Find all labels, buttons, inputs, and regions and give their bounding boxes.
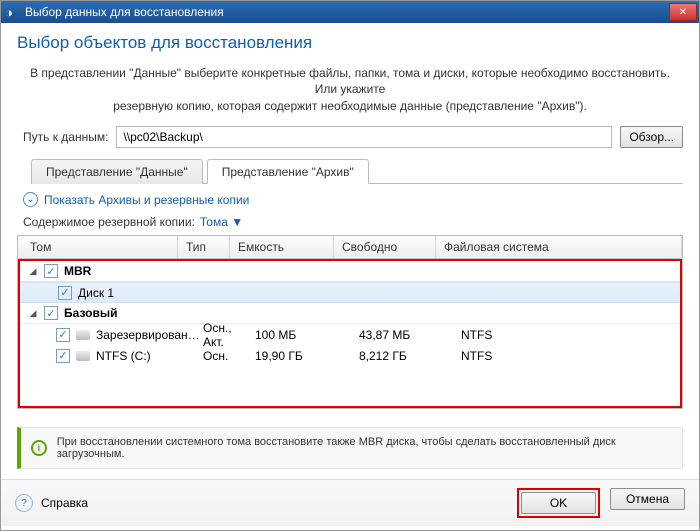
tree-toggle-icon[interactable]: ◢ <box>26 308 40 319</box>
path-label: Путь к данным: <box>23 130 108 144</box>
cell-volume: NTFS (C:) <box>96 349 203 363</box>
backup-content-label: Содержимое резервной копии: <box>23 215 195 229</box>
cell-type: Осн., Акт. <box>203 321 255 349</box>
group-label: MBR <box>64 264 91 278</box>
title-bar: Выбор данных для восстановления ✕ <box>1 1 699 23</box>
show-archives-link[interactable]: Показать Архивы и резервные копии <box>44 193 249 207</box>
close-button[interactable]: ✕ <box>669 3 697 21</box>
page-title: Выбор объектов для восстановления <box>17 33 683 53</box>
tabs: Представление "Данные" Представление "Ар… <box>31 158 683 184</box>
checkbox[interactable]: ✓ <box>44 306 58 320</box>
checkbox[interactable]: ✓ <box>56 349 70 363</box>
col-volume[interactable]: Том <box>18 236 178 258</box>
volumes-table: Том Тип Емкость Свободно Файловая систем… <box>17 235 683 409</box>
path-input[interactable] <box>116 126 612 148</box>
browse-button[interactable]: Обзор... <box>620 126 683 148</box>
disk-icon <box>76 330 90 340</box>
ok-button[interactable]: OK <box>521 492 596 514</box>
group-label: Базовый <box>64 306 117 320</box>
col-capacity[interactable]: Емкость <box>230 236 334 258</box>
cell-free: 8,212 ГБ <box>359 349 461 363</box>
help-link[interactable]: Справка <box>41 496 88 510</box>
window-title: Выбор данных для восстановления <box>25 5 224 19</box>
row-disk1[interactable]: ◢ ✓ Диск 1 <box>20 282 680 303</box>
content-type-dropdown[interactable]: Тома ▼ <box>200 215 243 229</box>
disk-label: Диск 1 <box>78 286 114 300</box>
group-mbr[interactable]: ◢ ✓ MBR <box>20 261 680 282</box>
info-icon: i <box>31 440 47 456</box>
expand-icon[interactable]: ⌄ <box>23 192 38 207</box>
description-line2: резервную копию, которая содержит необхо… <box>1 99 699 123</box>
app-icon <box>5 5 19 19</box>
hint-text: При восстановлении системного тома восст… <box>57 436 672 460</box>
tab-archive[interactable]: Представление "Архив" <box>207 159 369 184</box>
group-basic[interactable]: ◢ ✓ Базовый <box>20 303 680 324</box>
cell-type: Осн. <box>203 349 255 363</box>
ok-highlight: OK <box>517 488 600 518</box>
checkbox[interactable]: ✓ <box>56 328 70 342</box>
col-free[interactable]: Свободно <box>334 236 436 258</box>
selection-highlight: ◢ ✓ MBR ◢ ✓ Диск 1 ◢ ✓ Базовый ✓ Зарезер… <box>18 259 682 408</box>
hint-panel: i При восстановлении системного тома вос… <box>17 427 683 469</box>
table-row[interactable]: ✓ Зарезервирован… Осн., Акт. 100 МБ 43,8… <box>20 324 680 345</box>
cell-capacity: 19,90 ГБ <box>255 349 359 363</box>
cell-capacity: 100 МБ <box>255 328 359 342</box>
cell-fs: NTFS <box>461 349 680 363</box>
cell-free: 43,87 МБ <box>359 328 461 342</box>
disk-icon <box>76 351 90 361</box>
help-icon[interactable]: ? <box>15 494 33 512</box>
col-filesystem[interactable]: Файловая система <box>436 236 682 258</box>
cancel-button[interactable]: Отмена <box>610 488 685 510</box>
checkbox[interactable]: ✓ <box>58 286 72 300</box>
description-line1: В представлении "Данные" выберите конкре… <box>1 61 699 99</box>
cell-fs: NTFS <box>461 328 680 342</box>
cell-volume: Зарезервирован… <box>96 328 203 342</box>
tab-data[interactable]: Представление "Данные" <box>31 159 203 184</box>
table-row[interactable]: ✓ NTFS (C:) Осн. 19,90 ГБ 8,212 ГБ NTFS <box>20 345 680 366</box>
checkbox[interactable]: ✓ <box>44 264 58 278</box>
col-type[interactable]: Тип <box>178 236 230 258</box>
tree-toggle-icon[interactable]: ◢ <box>26 266 40 277</box>
